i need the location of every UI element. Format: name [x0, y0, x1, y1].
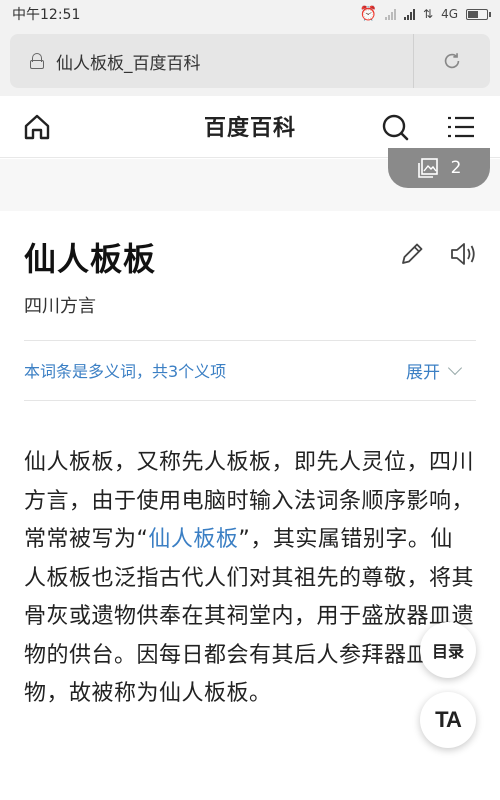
- refresh-icon[interactable]: [414, 34, 490, 88]
- status-icons: ⏰ ⇅ 4G: [359, 6, 491, 22]
- gallery-button[interactable]: 2: [388, 148, 490, 188]
- signal-strong-icon: [404, 8, 415, 20]
- entry-title: 仙人板板: [24, 240, 157, 278]
- summary-text-2: ”，其实属错别字。仙人板板也泛指古代人们对其祖先的尊敬，将其骨灰或遗物供奉在其祠…: [24, 527, 475, 706]
- data-transfer-icon: ⇅: [423, 7, 434, 21]
- status-time: 中午12:51: [12, 7, 81, 23]
- address-bar[interactable]: 仙人板板_百度百科: [10, 34, 490, 88]
- chevron-down-icon: [447, 360, 463, 376]
- entry-subtitle: 四川方言: [24, 296, 96, 317]
- gallery-icon: [417, 157, 439, 179]
- site-title[interactable]: 百度百科: [0, 110, 500, 142]
- search-icon[interactable]: [380, 112, 410, 142]
- browser-toolbar: 仙人板板_百度百科: [0, 28, 500, 96]
- speaker-icon[interactable]: [448, 240, 480, 268]
- edit-icon[interactable]: [398, 240, 426, 268]
- font-size-button[interactable]: TA: [420, 692, 476, 748]
- network-label: 4G: [441, 7, 458, 21]
- entry-summary: 仙人板板，又称先人板板，即先人灵位，四川方言，由于使用电脑时输入法词条顺序影响，…: [24, 444, 474, 714]
- divider-top: [24, 340, 476, 341]
- menu-icon[interactable]: [446, 112, 476, 142]
- entry-link[interactable]: 仙人板板: [148, 527, 238, 552]
- divider-bottom: [24, 400, 476, 401]
- status-bar: 中午12:51 ⏰ ⇅ 4G: [0, 0, 500, 28]
- expand-button[interactable]: 展开: [406, 358, 463, 383]
- signal-weak-icon: [385, 8, 396, 20]
- alarm-icon: ⏰: [359, 6, 377, 22]
- polysemy-notice[interactable]: 本词条是多义词，共3个义项: [24, 358, 226, 382]
- expand-label: 展开: [406, 363, 440, 383]
- lock-icon: [30, 53, 44, 69]
- gallery-count: 2: [450, 158, 462, 178]
- battery-icon: [466, 8, 491, 20]
- toc-button[interactable]: 目录: [420, 622, 476, 678]
- address-title[interactable]: 仙人板板_百度百科: [56, 49, 413, 74]
